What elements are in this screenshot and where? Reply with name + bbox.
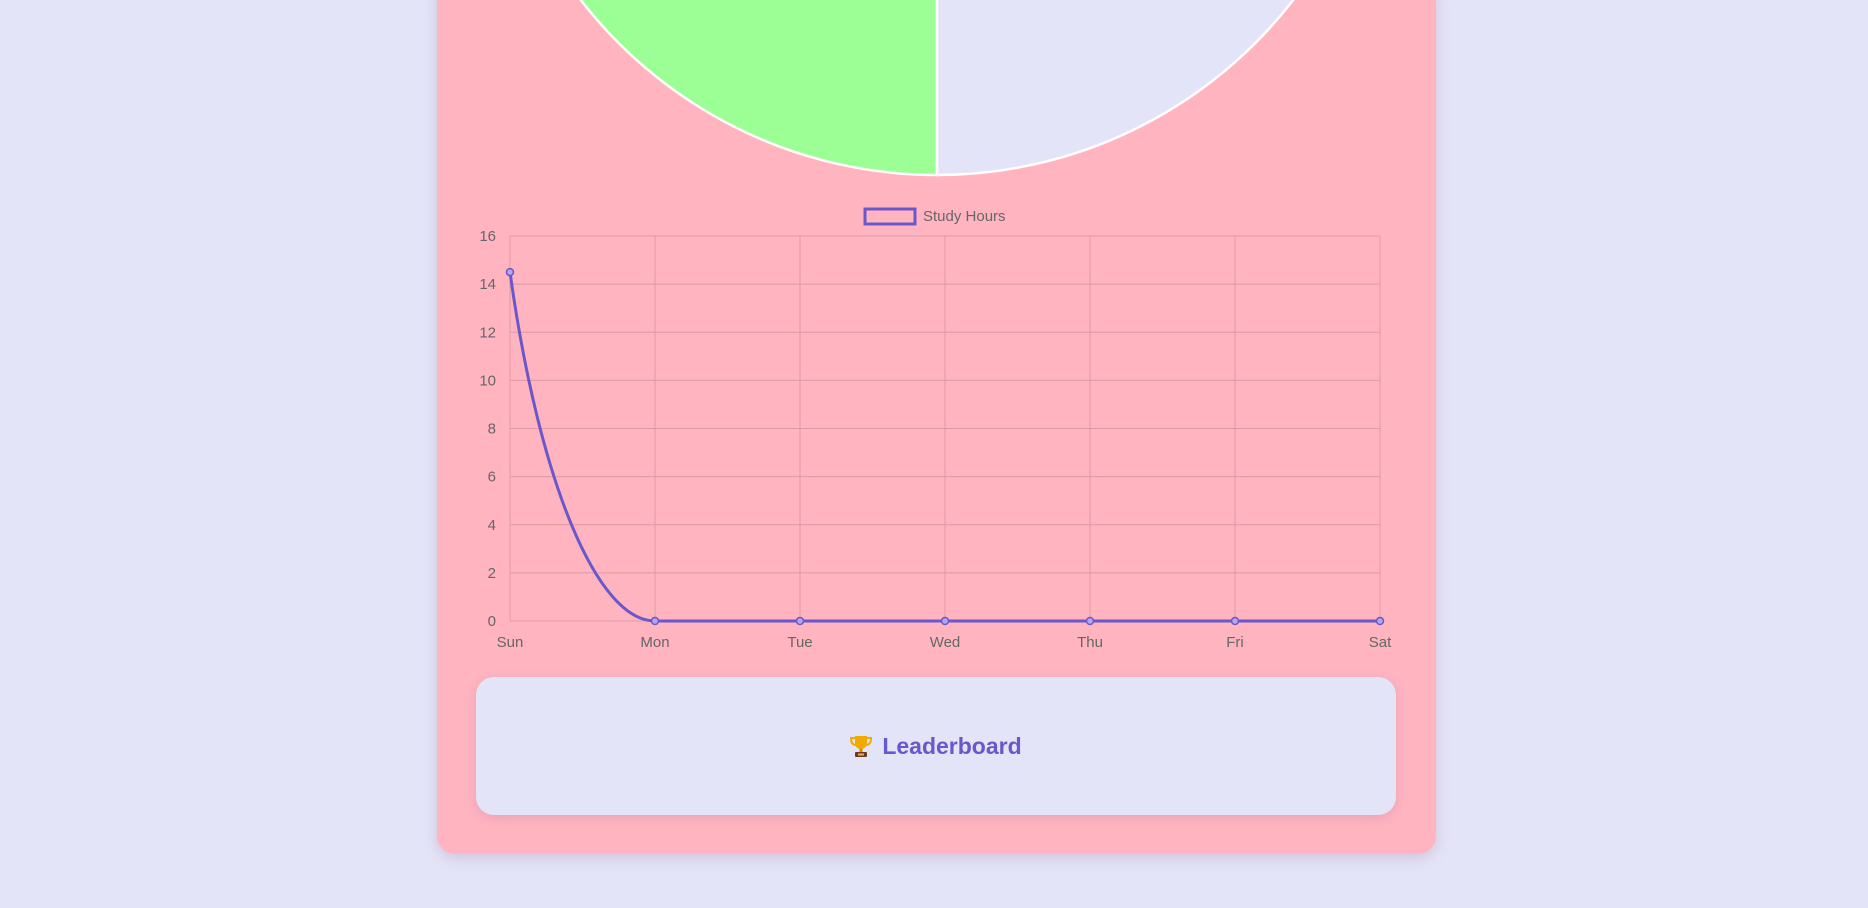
x-tick-label: Tue <box>787 634 812 651</box>
leaderboard-panel[interactable]: Leaderboard <box>476 677 1396 815</box>
x-tick-label: Wed <box>930 634 961 651</box>
y-tick-label: 6 <box>488 469 496 486</box>
axis-labels: 0 2 4 6 8 10 12 14 16 Sun Mon Tue Wed Thu Fri Sat <box>479 228 1392 651</box>
grid-lines <box>509 235 1381 622</box>
y-tick-label: 4 <box>488 517 496 534</box>
x-tick-label: Sun <box>497 634 524 651</box>
leaderboard-title: Leaderboard <box>882 732 1022 759</box>
x-tick-label: Fri <box>1226 634 1244 651</box>
data-point-tue[interactable] <box>795 616 805 626</box>
legend-label: Study Hours <box>923 208 1006 225</box>
y-tick-label: 12 <box>479 324 496 341</box>
study-hours-chart: 0 2 4 6 8 10 12 14 16 Sun Mon Tue Wed Thu Fri Sat Study… <box>479 207 1392 651</box>
data-point-sat[interactable] <box>1375 616 1385 626</box>
x-tick-label: Thu <box>1077 634 1103 651</box>
data-point-wed[interactable] <box>940 616 950 626</box>
y-tick-label: 0 <box>488 613 496 630</box>
y-tick-label: 10 <box>479 372 496 389</box>
y-tick-label: 14 <box>479 276 496 293</box>
x-tick-label: Mon <box>640 634 669 651</box>
y-tick-label: 16 <box>479 228 496 245</box>
y-tick-label: 2 <box>488 565 496 582</box>
chart-legend[interactable]: Study Hours <box>863 207 1006 226</box>
data-point-thu[interactable] <box>1085 616 1095 626</box>
data-point-fri[interactable] <box>1230 616 1240 626</box>
legend-swatch <box>863 207 917 226</box>
x-tick-label: Sat <box>1369 634 1392 651</box>
data-point-sun[interactable] <box>505 267 515 277</box>
y-tick-label: 8 <box>488 421 496 438</box>
leaderboard-heading: Leaderboard <box>850 732 1022 760</box>
trophy-icon <box>850 736 873 757</box>
data-point-mon[interactable] <box>650 616 660 626</box>
